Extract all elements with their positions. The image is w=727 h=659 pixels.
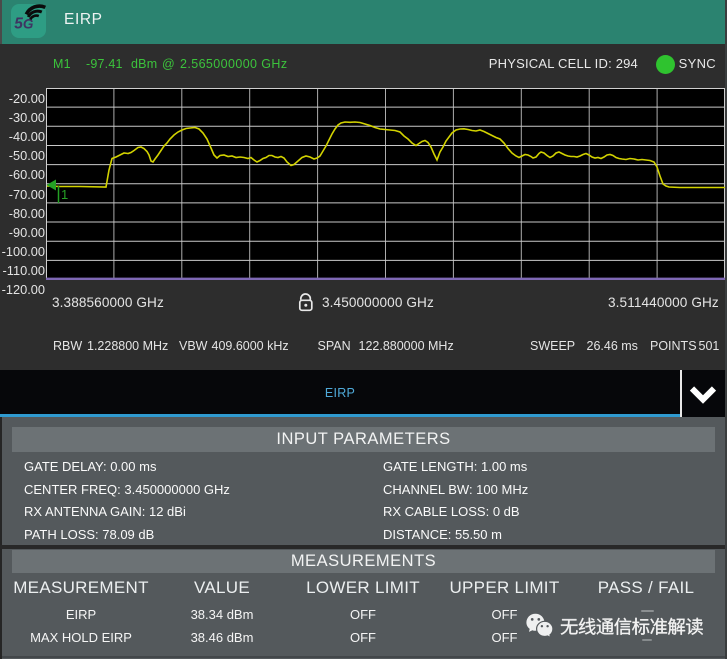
svg-text:1: 1 bbox=[61, 187, 68, 202]
